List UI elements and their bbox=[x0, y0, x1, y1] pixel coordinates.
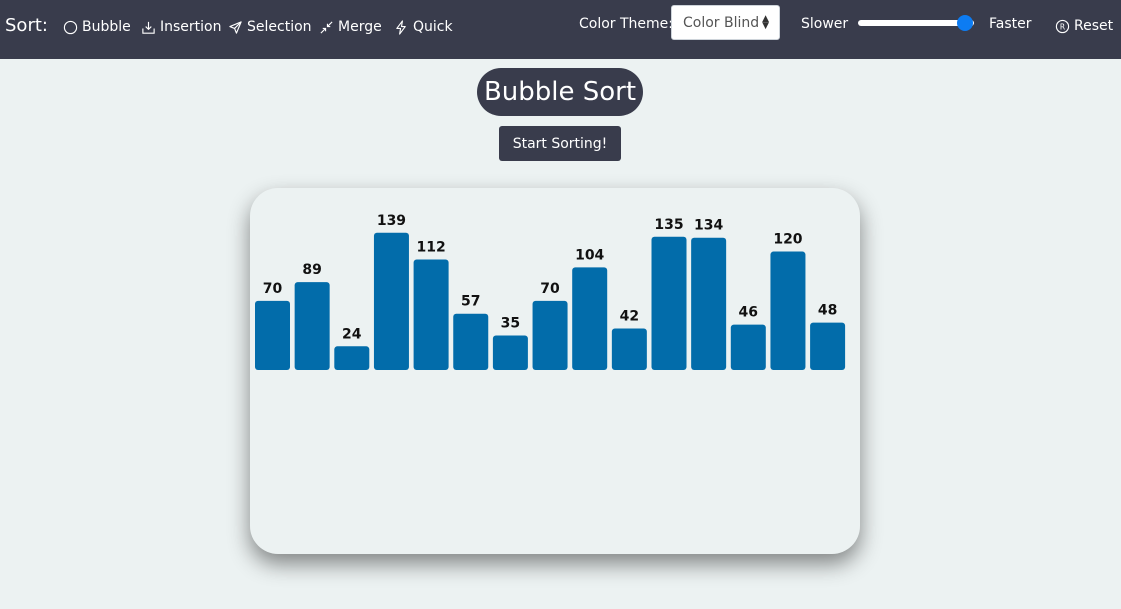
bar-value-label: 135 bbox=[654, 217, 683, 233]
bar bbox=[611, 328, 647, 370]
nav-item-quick[interactable]: Quick bbox=[394, 17, 453, 37]
bar bbox=[770, 251, 806, 370]
bar bbox=[453, 313, 489, 370]
nav-item-label: Merge bbox=[338, 19, 382, 35]
bar-value-label: 134 bbox=[694, 218, 723, 234]
bar bbox=[413, 259, 449, 370]
bar-chart: 70 89 24 139 112 57 35 70 104 42 135 134 46 120 48 bbox=[255, 213, 846, 370]
bar-value-label: 24 bbox=[342, 326, 362, 342]
bar-value-label: 139 bbox=[377, 213, 406, 229]
nav-item-insertion[interactable]: Insertion bbox=[141, 17, 221, 37]
color-theme-value: Color Blind bbox=[683, 14, 760, 31]
download-tray-icon bbox=[142, 21, 155, 34]
lightning-icon bbox=[396, 19, 406, 35]
bar-value-label: 48 bbox=[818, 303, 837, 319]
bar bbox=[492, 335, 528, 370]
nav-item-bubble[interactable]: Bubble bbox=[63, 17, 131, 37]
nav-item-merge[interactable]: Merge bbox=[319, 17, 382, 37]
nav-item-selection[interactable]: Selection bbox=[228, 17, 312, 37]
bar-value-label: 70 bbox=[263, 281, 283, 297]
circle-icon bbox=[63, 20, 78, 34]
bar-value-label: 42 bbox=[620, 309, 639, 325]
color-theme-select[interactable]: Color Blind ▲ ▼ bbox=[671, 5, 780, 40]
bar-value-label: 89 bbox=[302, 262, 321, 278]
speed-slider-thumb[interactable] bbox=[957, 15, 973, 31]
bar bbox=[651, 236, 687, 370]
speed-slower-label: Slower bbox=[801, 16, 849, 32]
start-sorting-button[interactable]: Start Sorting! bbox=[499, 126, 621, 161]
bar-value-label: 35 bbox=[501, 315, 520, 331]
collapse-arrows-icon bbox=[320, 20, 333, 34]
speed-faster-label: Faster bbox=[989, 16, 1032, 32]
speed-slider[interactable] bbox=[858, 15, 974, 31]
bar-value-label: 70 bbox=[540, 281, 560, 297]
bar bbox=[334, 346, 370, 370]
svg-text:R: R bbox=[1060, 22, 1065, 31]
bar-value-label: 57 bbox=[461, 294, 480, 310]
bar-value-label: 120 bbox=[773, 232, 802, 248]
select-caret-icon: ▲ ▼ bbox=[762, 14, 769, 31]
nav-item-label: Selection bbox=[247, 19, 312, 35]
bar bbox=[730, 324, 766, 370]
nav-brand: Sort: bbox=[5, 15, 48, 36]
bar bbox=[294, 282, 330, 370]
nav-item-label: Bubble bbox=[82, 19, 131, 35]
bar-value-label: 46 bbox=[739, 305, 758, 321]
reset-icon: R bbox=[1055, 19, 1070, 33]
nav-item-label: Quick bbox=[413, 19, 453, 35]
bar bbox=[255, 300, 290, 370]
bar-value-label: 104 bbox=[575, 247, 604, 263]
top-navbar: Sort: Bubble Insertion Selection Merge Q… bbox=[0, 0, 1121, 59]
bar bbox=[810, 322, 846, 370]
nav-item-label: Insertion bbox=[160, 19, 222, 35]
bar-chart-card: 70 89 24 139 112 57 35 70 104 42 135 134 46 120 48 bbox=[250, 188, 860, 554]
bar bbox=[373, 232, 409, 370]
color-theme-label: Color Theme: bbox=[579, 16, 674, 32]
send-arrow-icon bbox=[229, 20, 242, 34]
bar bbox=[532, 300, 568, 370]
bar bbox=[572, 267, 608, 370]
bar-value-label: 112 bbox=[416, 239, 445, 255]
algorithm-title: Bubble Sort bbox=[477, 68, 643, 116]
reset-button[interactable]: R Reset bbox=[1055, 16, 1113, 36]
bar bbox=[691, 237, 727, 370]
reset-label: Reset bbox=[1074, 18, 1114, 34]
